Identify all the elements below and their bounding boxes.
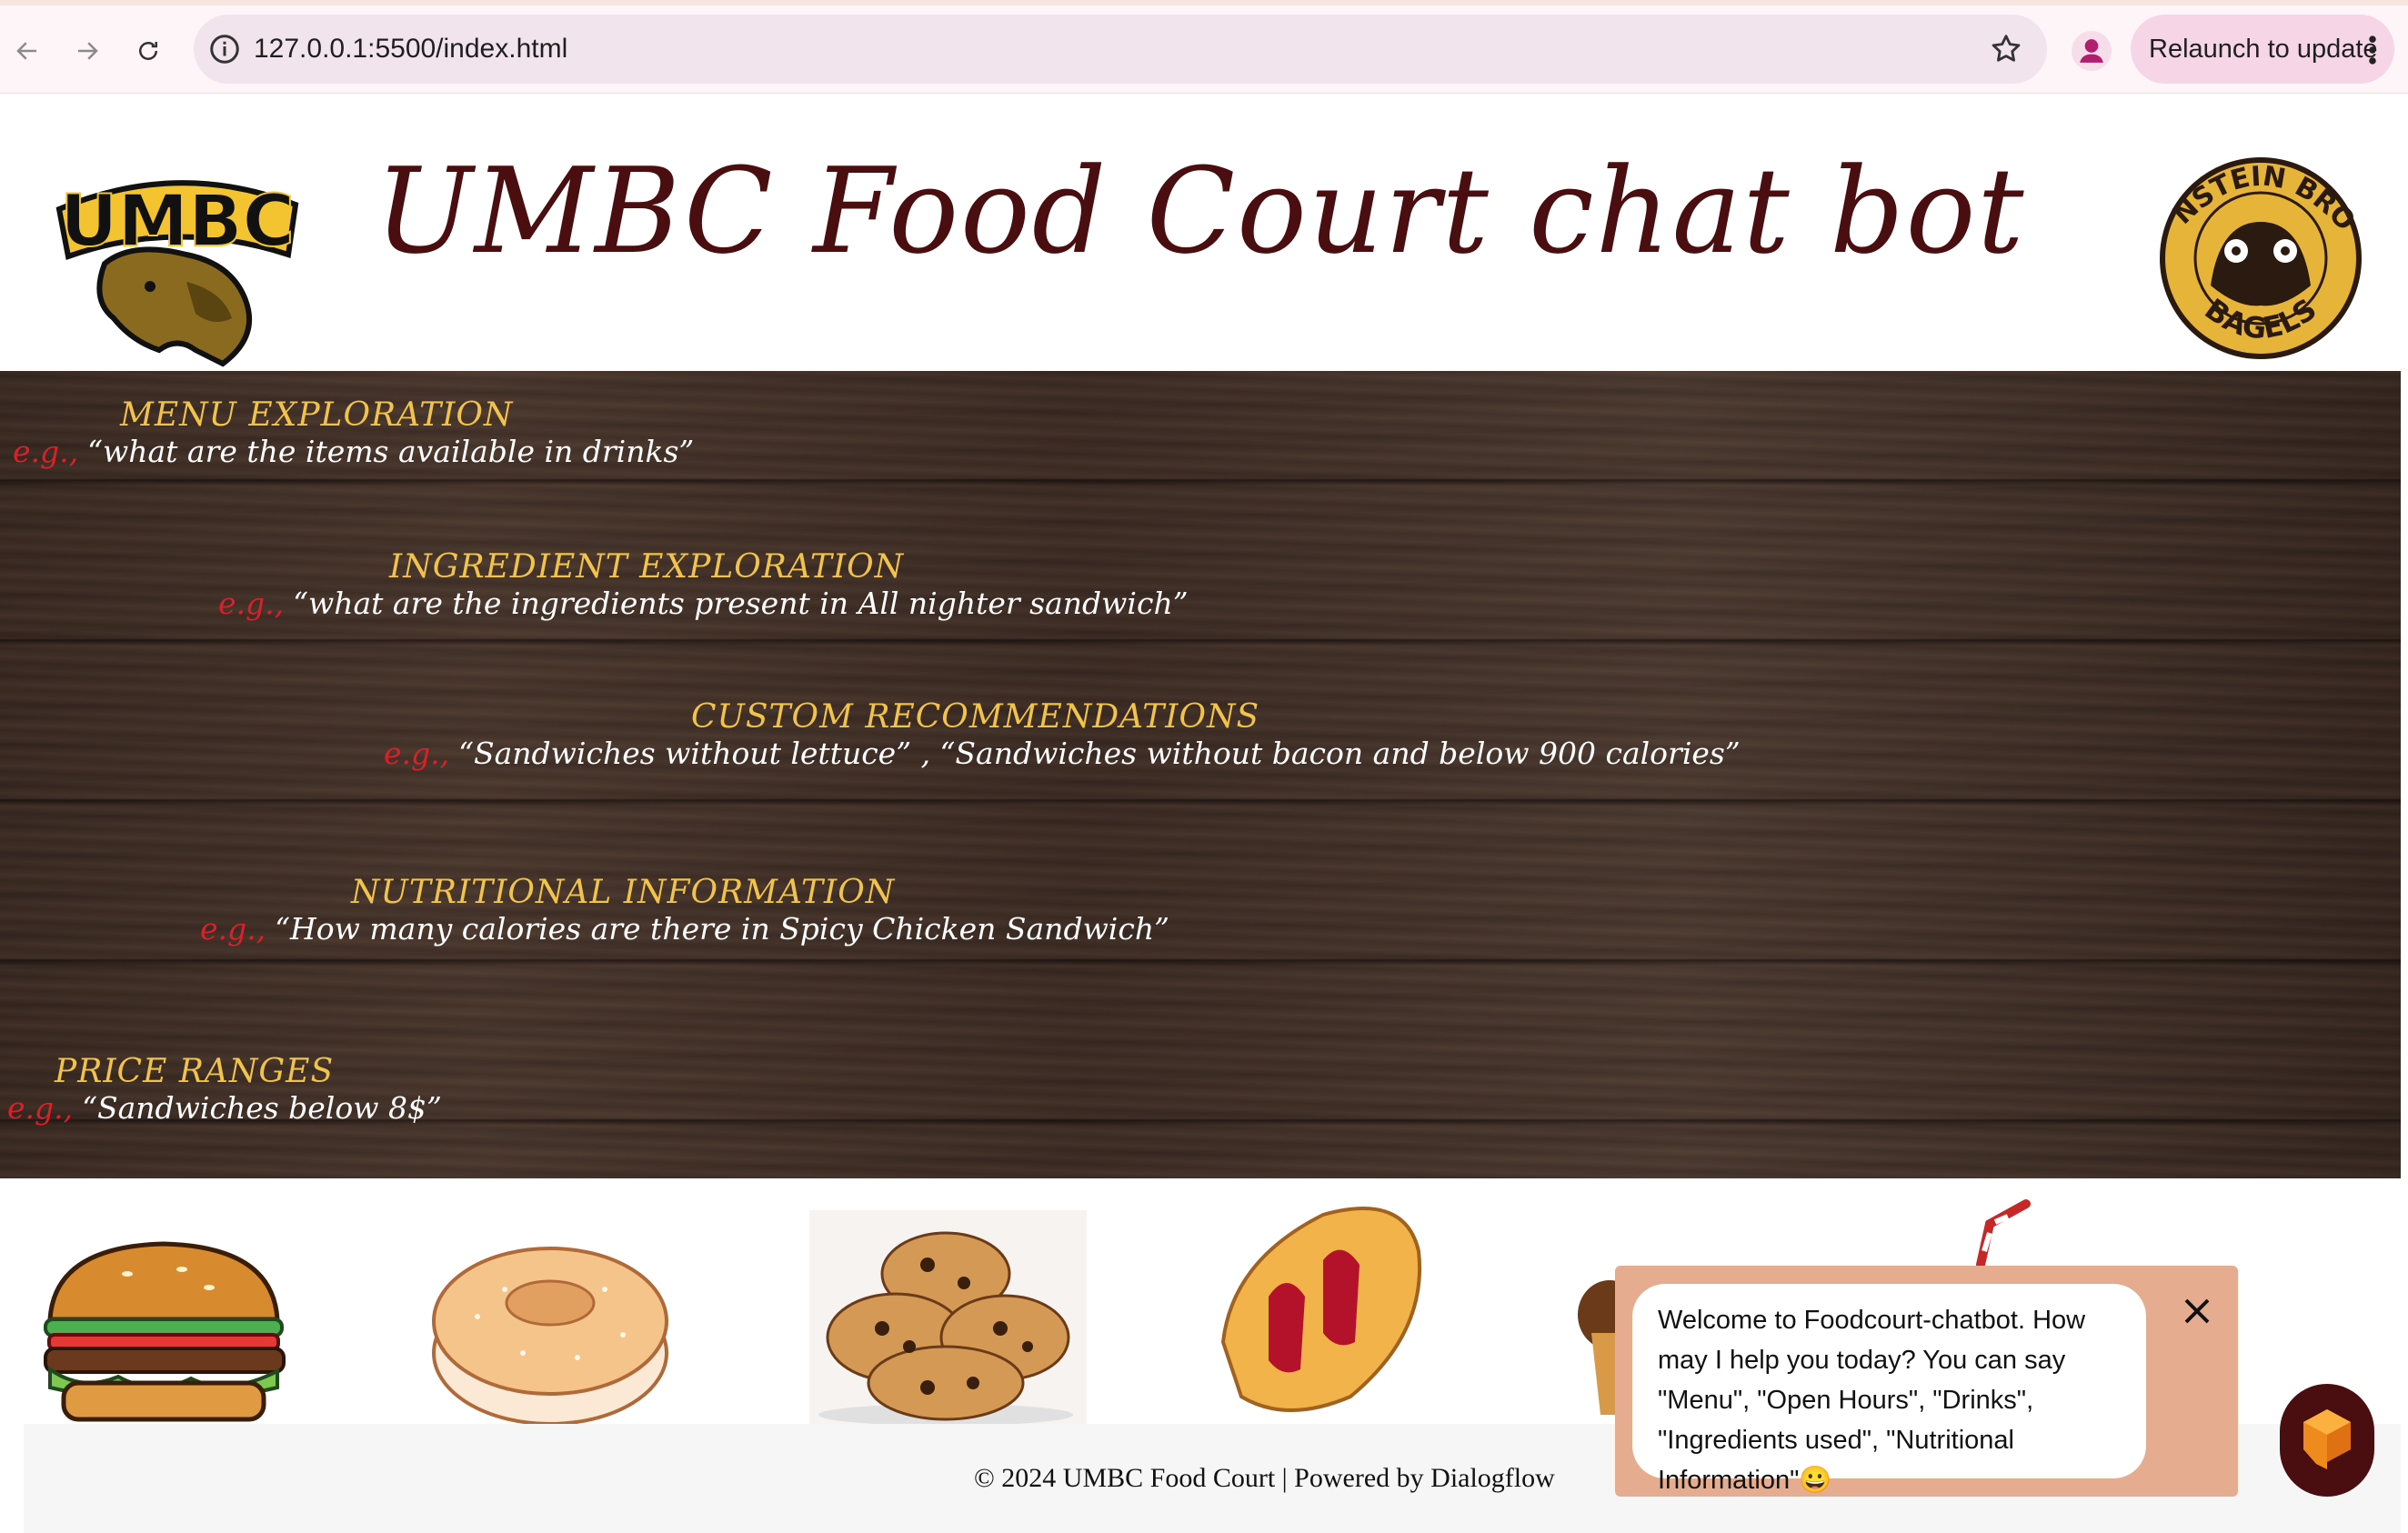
profile-icon [2080, 39, 2103, 63]
feature-title: INGREDIENT EXPLORATION [389, 548, 905, 586]
chat-welcome-message: Welcome to Foodcourt-chatbot. How may I … [1632, 1284, 2146, 1495]
forward-icon [78, 42, 98, 60]
feature-panel: MENU EXPLORATION e.g., “what are the item… [0, 371, 2401, 1178]
cookies-image [809, 1210, 1087, 1424]
feature-example: “what are the items available in drinks” [87, 434, 695, 469]
chat-popup: Welcome to Foodcourt-chatbot. How may I … [1615, 1266, 2238, 1497]
feature-menu-exploration: MENU EXPLORATION e.g., “what are the item… [13, 396, 694, 469]
feature-title: MENU EXPLORATION [120, 396, 514, 434]
profile-button[interactable] [2072, 31, 2112, 71]
eg-label: e.g., [200, 911, 266, 947]
feature-example: “Sandwiches below 8$” [82, 1090, 442, 1126]
dialogflow-icon [2303, 1409, 2351, 1469]
einstein-bros-logo: EINSTEIN BROS BAGELS [2156, 149, 2362, 359]
browser-toolbar: 127.0.0.1:5500/index.html Relaunch to up… [0, 0, 2408, 94]
reload-icon [139, 42, 157, 60]
drink-straw-image [1976, 1199, 2031, 1269]
eg-label: e.g., [384, 736, 450, 771]
feature-example: “what are the ingredients present in All… [293, 586, 1189, 621]
burger-image [44, 1241, 286, 1422]
close-icon[interactable] [2181, 1295, 2213, 1328]
reload-button[interactable] [130, 33, 166, 69]
relaunch-button[interactable]: Relaunch to update [2131, 15, 2394, 84]
feature-ingredient-exploration: INGREDIENT EXPLORATION e.g., “what are th… [218, 548, 1189, 621]
feature-example: “How many calories are there in Spicy Ch… [275, 911, 1169, 947]
feature-nutritional-information: NUTRITIONAL INFORMATION e.g., “How many c… [200, 874, 1169, 947]
feature-example: “Sandwiches without lettuce” , “Sandwich… [458, 736, 1741, 771]
forward-button[interactable] [69, 33, 105, 69]
bagel-image [432, 1247, 668, 1426]
back-button[interactable] [9, 33, 45, 69]
eg-label: e.g., [218, 586, 285, 621]
feature-price-ranges: PRICE RANGES e.g., “Sandwiches below 8$” [7, 1053, 442, 1126]
star-icon[interactable] [1989, 32, 2023, 66]
chat-launcher-button[interactable] [2280, 1384, 2374, 1497]
address-bar[interactable]: 127.0.0.1:5500/index.html [194, 15, 2047, 84]
pastry-image [1220, 1207, 1421, 1412]
eg-label: e.g., [7, 1090, 74, 1126]
url-text[interactable]: 127.0.0.1:5500/index.html [254, 15, 567, 84]
info-icon[interactable] [208, 33, 241, 65]
page-title: UMBC Food Court chat bot [375, 142, 2026, 280]
relaunch-label: Relaunch to update [2149, 35, 2378, 64]
feature-title: CUSTOM RECOMMENDATIONS [691, 698, 1260, 736]
kebab-menu-icon[interactable] [2367, 35, 2378, 65]
feature-title: NUTRITIONAL INFORMATION [351, 874, 896, 911]
eg-label: e.g., [13, 434, 79, 469]
back-icon [16, 42, 36, 60]
feature-custom-recommendations: CUSTOM RECOMMENDATIONS e.g., “Sandwiches … [384, 698, 1741, 771]
site-header: UMBC UMBC Food Court chat bot EINSTEIN B… [0, 95, 2401, 371]
feature-title: PRICE RANGES [55, 1053, 335, 1090]
